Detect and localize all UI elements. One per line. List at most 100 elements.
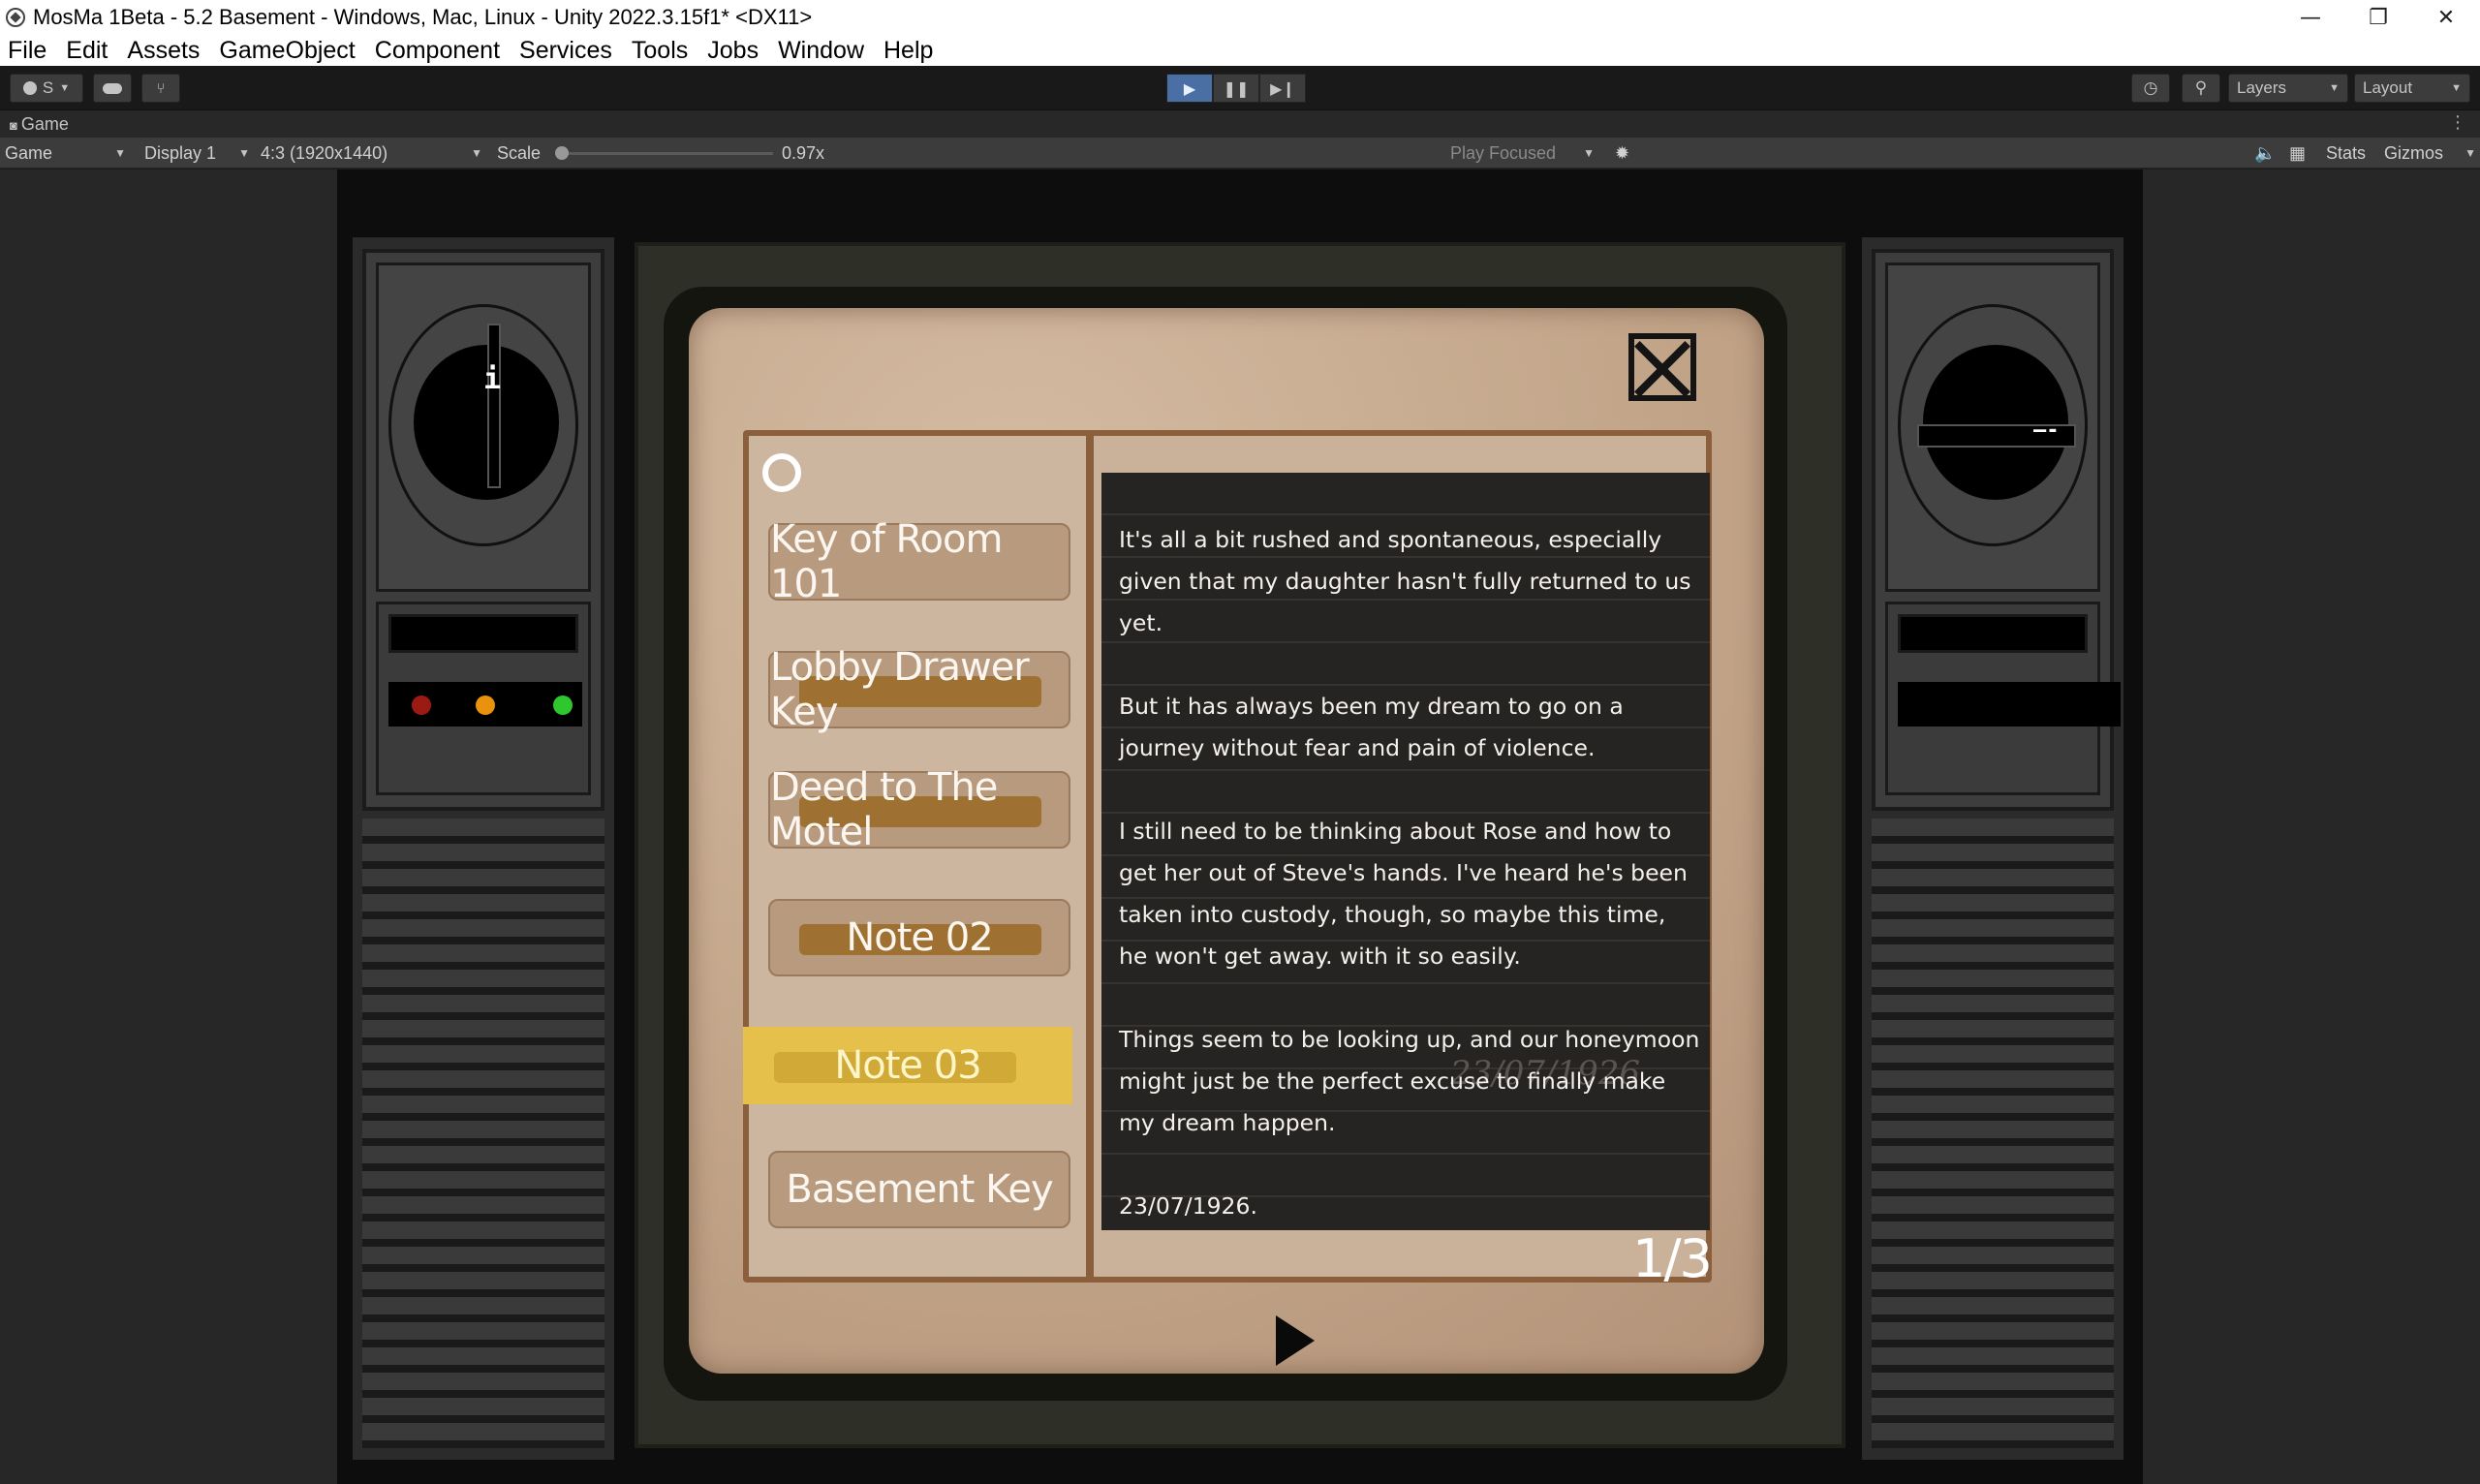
more-options-icon[interactable]: ⋮ bbox=[2449, 112, 2466, 133]
layers-label: Layers bbox=[2237, 78, 2287, 97]
view-mode-dropdown[interactable]: Game ▼ bbox=[0, 141, 130, 165]
left-control-panel: i bbox=[353, 237, 614, 1460]
game-view: i —- Key of Room 101 Lobby Drawer Key De… bbox=[0, 170, 2480, 1484]
scale-label: Scale bbox=[497, 142, 542, 163]
menu-jobs[interactable]: Jobs bbox=[707, 37, 759, 65]
menu-edit[interactable]: Edit bbox=[66, 37, 108, 65]
list-item-label: Note 02 bbox=[846, 915, 993, 960]
right-slot-display bbox=[1898, 614, 2088, 653]
collab-button[interactable]: ⑂ bbox=[141, 74, 180, 103]
right-slot-box bbox=[1885, 602, 2121, 795]
close-notebook-button[interactable] bbox=[1628, 333, 1696, 401]
left-dial-pointer bbox=[487, 324, 501, 488]
cloud-button[interactable] bbox=[93, 74, 132, 103]
account-label: S bbox=[42, 78, 54, 97]
next-page-button[interactable] bbox=[1276, 1315, 1315, 1366]
scale-slider-track[interactable] bbox=[562, 152, 773, 155]
list-item-key-of-room-101[interactable]: Key of Room 101 bbox=[768, 517, 1070, 606]
right-control-panel: —- bbox=[1862, 237, 2124, 1460]
gamepad-icon: ◙ bbox=[10, 118, 17, 133]
list-item-basement-key[interactable]: Basement Key bbox=[768, 1151, 1070, 1228]
list-item-label: Key of Room 101 bbox=[770, 517, 1003, 606]
page-divider bbox=[1086, 436, 1094, 1277]
bug-icon[interactable]: ✹ bbox=[1610, 141, 1629, 165]
menu-window[interactable]: Window bbox=[778, 37, 864, 65]
note-page: 23/07/1926 It's all a bit rushed and spo… bbox=[1094, 436, 1713, 1289]
right-device: —- bbox=[1872, 249, 2121, 811]
aspect-ratio-dropdown[interactable]: 4:3 (1920x1440) ▼ bbox=[256, 141, 486, 165]
version-control-icon: ⑂ bbox=[156, 79, 166, 97]
chevron-down-icon: ▼ bbox=[238, 146, 250, 160]
red-light-icon bbox=[412, 696, 431, 715]
right-dial-box: —- bbox=[1885, 263, 2100, 592]
list-item-label: Basement Key bbox=[786, 1167, 1053, 1212]
window-controls: — ❐ ✕ bbox=[2277, 0, 2480, 35]
search-icon: ⚲ bbox=[2194, 78, 2208, 97]
note-paragraph: I still need to be thinking about Rose a… bbox=[1119, 818, 1688, 970]
game-canvas: i —- Key of Room 101 Lobby Drawer Key De… bbox=[337, 170, 2143, 1484]
pause-button[interactable]: ❚❚ bbox=[1213, 74, 1259, 103]
menu-file[interactable]: File bbox=[8, 37, 46, 65]
list-item-lobby-drawer-key[interactable]: Lobby Drawer Key bbox=[768, 645, 1070, 734]
chevron-down-icon: ▼ bbox=[114, 146, 126, 160]
left-dial-mark: i bbox=[483, 362, 502, 396]
notebook-frame: Key of Room 101 Lobby Drawer Key Deed to… bbox=[635, 242, 1845, 1448]
minimize-button[interactable]: — bbox=[2277, 0, 2344, 35]
layers-dropdown[interactable]: Layers ▼ bbox=[2228, 74, 2348, 103]
note-text: It's all a bit rushed and spontaneous, e… bbox=[1119, 519, 1700, 1269]
grid-icon[interactable]: ▦ bbox=[2284, 141, 2306, 165]
left-slot-box bbox=[376, 602, 591, 795]
menu-tools[interactable]: Tools bbox=[632, 37, 688, 65]
page-indicator: 1/3 bbox=[1632, 1228, 1713, 1289]
play-focused-dropdown[interactable]: Play Focused ▼ bbox=[1445, 141, 1598, 165]
menu-component[interactable]: Component bbox=[375, 37, 500, 65]
cloud-icon bbox=[103, 82, 122, 94]
stats-button[interactable]: Stats bbox=[2321, 141, 2366, 165]
chevron-down-icon: ▼ bbox=[2464, 146, 2476, 160]
right-dial-mark: —- bbox=[2033, 418, 2060, 443]
menu-bar: File Edit Assets GameObject Component Se… bbox=[0, 35, 2480, 66]
orange-light-icon bbox=[476, 696, 495, 715]
inventory-list: Key of Room 101 Lobby Drawer Key Deed to… bbox=[743, 436, 1086, 1277]
play-button[interactable]: ▶ bbox=[1166, 74, 1213, 103]
play-focused-label: Play Focused bbox=[1450, 142, 1557, 163]
audio-mute-icon[interactable]: 🔈 bbox=[2249, 141, 2276, 165]
menu-gameobject[interactable]: GameObject bbox=[219, 37, 355, 65]
unity-logo-icon bbox=[6, 8, 25, 27]
notebook-content: Key of Room 101 Lobby Drawer Key Deed to… bbox=[743, 430, 1713, 1289]
green-light-icon bbox=[553, 696, 573, 715]
account-dropdown[interactable]: S ▼ bbox=[10, 74, 83, 103]
notebook-paper: Key of Room 101 Lobby Drawer Key Deed to… bbox=[689, 308, 1764, 1374]
menu-help[interactable]: Help bbox=[884, 37, 933, 65]
tab-game[interactable]: ◙ Game bbox=[10, 114, 69, 135]
left-vent-grille bbox=[362, 819, 604, 1448]
menu-services[interactable]: Services bbox=[519, 37, 612, 65]
undo-history-button[interactable]: ◷ bbox=[2131, 74, 2170, 103]
scale-value: 0.97x bbox=[782, 142, 825, 163]
playmode-controls: ▶ ❚❚ ▶❙ bbox=[1166, 74, 1306, 103]
account-icon bbox=[22, 81, 37, 95]
gizmos-dropdown[interactable]: Gizmos ▼ bbox=[2379, 141, 2480, 165]
chevron-down-icon: ▼ bbox=[59, 82, 71, 94]
chevron-down-icon: ▼ bbox=[1583, 146, 1595, 160]
note-paragraph: Things seem to be looking up, and our ho… bbox=[1119, 1026, 1700, 1136]
search-button[interactable]: ⚲ bbox=[2182, 74, 2220, 103]
restore-button[interactable]: ❐ bbox=[2344, 0, 2412, 35]
tab-game-label: Game bbox=[20, 114, 69, 134]
list-item-deed-to-the-motel[interactable]: Deed to The Motel bbox=[768, 765, 1070, 854]
close-window-button[interactable]: ✕ bbox=[2412, 0, 2480, 35]
step-button[interactable]: ▶❙ bbox=[1259, 74, 1306, 103]
layout-dropdown[interactable]: Layout ▼ bbox=[2354, 74, 2470, 103]
play-icon: ▶ bbox=[1183, 78, 1196, 98]
list-item-label: Note 03 bbox=[834, 1043, 981, 1088]
main-toolbar: S ▼ ⑂ ▶ ❚❚ ▶❙ ◷ ⚲ Layers ▼ Layout ▼ bbox=[0, 66, 2480, 110]
left-slot-display bbox=[388, 614, 578, 653]
list-item-note-03[interactable]: Note 03 bbox=[743, 1027, 1072, 1104]
scale-slider-handle[interactable] bbox=[555, 146, 569, 160]
indicator-lights bbox=[388, 682, 582, 727]
display-dropdown[interactable]: Display 1 ▼ bbox=[140, 141, 254, 165]
menu-assets[interactable]: Assets bbox=[127, 37, 200, 65]
list-item-note-02[interactable]: Note 02 bbox=[768, 899, 1070, 976]
note-paragraph: It's all a bit rushed and spontaneous, e… bbox=[1119, 526, 1691, 636]
list-item-label: Deed to The Motel bbox=[770, 765, 998, 854]
